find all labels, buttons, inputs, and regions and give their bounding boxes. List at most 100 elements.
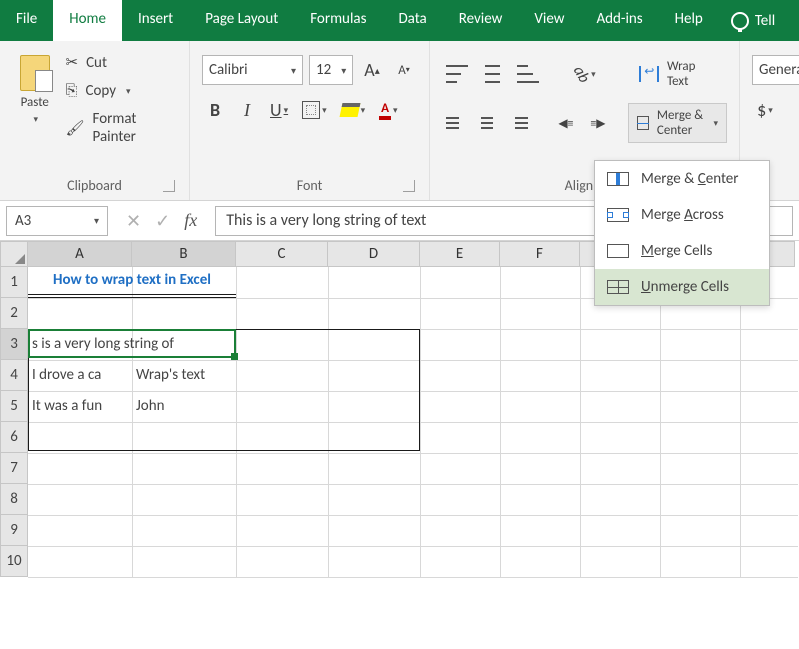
col-header-A[interactable]: A [28,241,132,267]
increase-indent-button[interactable]: ≡▶ [585,108,611,138]
cell[interactable]: I drove a ca [28,360,132,391]
font-name-value: Calibri [209,61,248,79]
merge-center-icon [607,172,629,186]
paintbrush-icon: 🖌 [65,119,84,138]
font-name-combo[interactable]: Calibri ▾ [202,55,303,85]
row-header[interactable]: 10 [0,546,28,577]
cell[interactable]: s is a very long string of [28,329,236,360]
fill-color-button[interactable]: ▾ [337,95,370,125]
tab-addins[interactable]: Add-ins [580,0,658,41]
row-header[interactable]: 5 [0,391,28,422]
decrease-indent-icon: ◀≡ [558,116,573,131]
col-header-D[interactable]: D [328,241,420,267]
increase-font-button[interactable]: A▴ [359,55,385,85]
tab-formulas[interactable]: Formulas [294,0,382,41]
orientation-icon: ab [569,62,594,86]
bold-button[interactable]: B [202,95,228,125]
align-middle-button[interactable] [478,59,508,89]
tab-page-layout[interactable]: Page Layout [189,0,294,41]
row-header[interactable]: 3 [0,329,28,360]
border-icon [302,101,320,119]
select-all-icon [15,254,25,264]
cell[interactable]: Wrap's text [132,360,236,391]
chevron-down-icon[interactable]: ▾ [94,214,99,227]
fx-icon[interactable]: fx [184,210,197,231]
align-left-button[interactable] [442,108,468,138]
number-format-value: Genera [759,61,799,79]
align-left-icon [446,117,464,129]
align-center-button[interactable] [474,108,500,138]
underline-button[interactable]: U▾ [266,95,292,125]
menu-item-label: Merge & Center [641,170,739,188]
name-box-value: A3 [15,212,31,230]
italic-button[interactable]: I [234,95,260,125]
align-right-button[interactable] [506,108,532,138]
format-painter-label: Format Painter [93,110,177,146]
decrease-font-button[interactable]: A▾ [391,55,417,85]
row-header[interactable]: 6 [0,422,28,453]
dialog-launcher-icon[interactable] [403,180,415,192]
col-header-E[interactable]: E [420,241,500,267]
row-header[interactable]: 2 [0,298,28,329]
font-color-button[interactable]: A▾ [375,95,401,125]
merge-cells-icon [607,244,629,258]
group-label-font: Font [202,173,417,196]
borders-button[interactable]: ▾ [298,95,331,125]
cell[interactable]: John [132,391,236,422]
merge-across-item[interactable]: Merge Across [595,197,769,233]
row-header[interactable]: 1 [0,267,28,298]
merge-cells-item[interactable]: Merge Cells [595,233,769,269]
scissors-icon: ✂ [65,53,78,72]
enter-formula-icon[interactable]: ✓ [155,210,170,232]
align-bottom-icon [517,65,539,83]
align-bottom-button[interactable] [513,59,543,89]
col-header-C[interactable]: C [236,241,328,267]
decrease-indent-button[interactable]: ◀≡ [553,108,579,138]
tab-file[interactable]: File [0,0,53,41]
cut-label: Cut [86,54,107,72]
name-box[interactable]: A3 ▾ [6,206,108,236]
wrap-text-button[interactable]: Wrap Text [631,55,727,93]
cancel-formula-icon[interactable]: ✕ [126,210,141,232]
row-header[interactable]: 4 [0,360,28,391]
number-format-combo[interactable]: Genera [752,55,799,85]
format-painter-button[interactable]: 🖌 Format Painter [65,110,177,146]
cell-title[interactable]: How to wrap text in Excel [28,267,236,298]
chevron-down-icon[interactable]: ▾ [711,118,718,129]
select-all-corner[interactable] [0,241,28,267]
col-header-F[interactable]: F [500,241,580,267]
row-header[interactable]: 8 [0,484,28,515]
copy-button[interactable]: ⎘ Copy ▾ [65,82,177,100]
tab-view[interactable]: View [518,0,580,41]
paste-button[interactable]: Paste ▾ [12,49,57,173]
wrap-text-icon [639,66,659,82]
merge-center-button[interactable]: Merge & Center ▾ [628,103,727,143]
tab-help[interactable]: Help [659,0,719,41]
paste-label: Paste [21,95,49,110]
tab-data[interactable]: Data [382,0,442,41]
row-header[interactable]: 9 [0,515,28,546]
currency-button[interactable]: $▾ [752,95,778,125]
cell[interactable]: It was a fun [28,391,132,422]
tab-review[interactable]: Review [443,0,519,41]
col-header-B[interactable]: B [132,241,236,267]
align-top-button[interactable] [442,59,472,89]
unmerge-cells-item[interactable]: Unmerge Cells [595,269,769,305]
font-size-combo[interactable]: 12 ▾ [309,55,353,85]
cut-button[interactable]: ✂ Cut [65,53,177,72]
merge-and-center-item[interactable]: Merge & Center [595,161,769,197]
tab-insert[interactable]: Insert [122,0,189,41]
merge-dropdown-menu: Merge & Center Merge Across Merge Cells … [594,160,770,306]
orientation-button[interactable]: ab▾ [569,59,600,89]
menu-item-label: Merge Cells [641,242,712,260]
copy-caret-icon[interactable]: ▾ [124,86,131,97]
lightbulb-icon [731,12,749,30]
increase-indent-icon: ≡▶ [590,116,605,131]
paste-caret-icon[interactable]: ▾ [31,114,38,125]
dialog-launcher-icon[interactable] [163,180,175,192]
tell-me-label: Tell [755,12,775,30]
row-header[interactable]: 7 [0,453,28,484]
copy-label: Copy [86,82,117,100]
tab-home[interactable]: Home [53,0,122,41]
tell-me[interactable]: Tell [719,0,787,41]
